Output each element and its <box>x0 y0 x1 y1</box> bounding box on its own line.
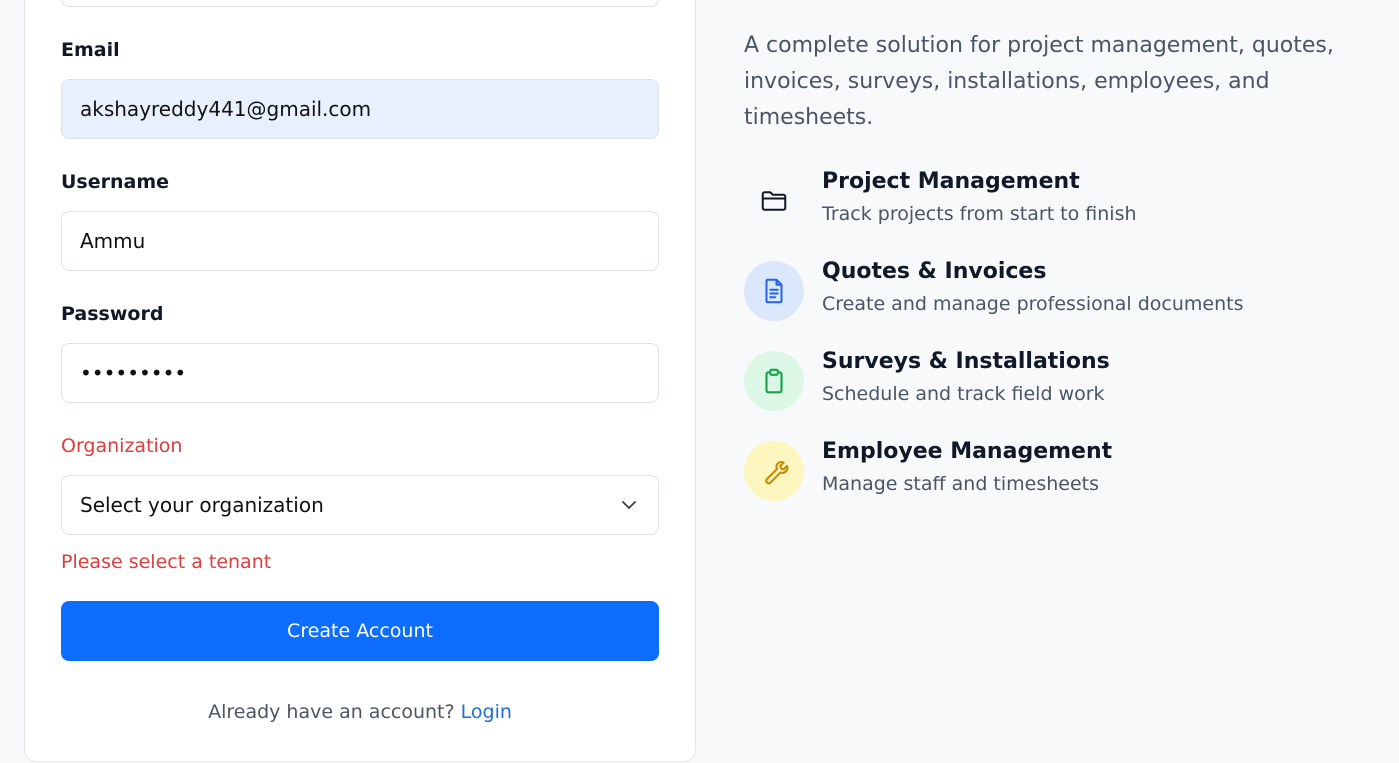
organization-select[interactable]: Select your organization <box>61 475 659 535</box>
previous-input-field[interactable] <box>61 0 659 7</box>
intro-text: A complete solution for project manageme… <box>744 33 1334 130</box>
folder-icon <box>761 191 787 211</box>
feature-description: Schedule and track field work <box>822 383 1105 405</box>
feature-quotes-invoices: Quotes & Invoices Create and manage prof… <box>744 259 1364 325</box>
feature-icon-bg <box>744 171 804 231</box>
username-label: Username <box>61 171 170 193</box>
email-field[interactable]: akshayreddy441@gmail.com <box>61 79 659 139</box>
feature-title: Employee Management <box>822 439 1113 464</box>
email-label: Email <box>61 39 120 61</box>
feature-project-management: Project Management Track projects from s… <box>744 169 1364 235</box>
feature-description: Track projects from start to finish <box>822 203 1137 225</box>
feature-description: Manage staff and timesheets <box>822 473 1100 495</box>
wrench-icon <box>765 461 789 485</box>
login-prompt: Already have an account? Login <box>0 701 720 723</box>
organization-selected-value: Select your organization <box>80 493 324 517</box>
document-icon <box>765 278 783 304</box>
email-value: akshayreddy441@gmail.com <box>80 97 372 121</box>
login-prompt-text: Already have an account? <box>208 701 455 723</box>
feature-surveys-installations: Surveys & Installations Schedule and tra… <box>744 349 1364 415</box>
create-account-button[interactable]: Create Account <box>61 601 659 661</box>
organization-error: Please select a tenant <box>61 551 272 573</box>
feature-title: Surveys & Installations <box>822 349 1110 374</box>
login-link[interactable]: Login <box>461 701 512 723</box>
organization-label: Organization <box>61 435 183 457</box>
chevron-down-icon <box>622 501 636 509</box>
username-value: Ammu <box>80 229 146 253</box>
feature-description: Create and manage professional documents <box>822 293 1244 315</box>
feature-icon-bg <box>744 351 804 411</box>
feature-icon-bg <box>744 261 804 321</box>
feature-employee-management: Employee Management Manage staff and tim… <box>744 439 1364 505</box>
username-field[interactable]: Ammu <box>61 211 659 271</box>
clipboard-icon <box>765 368 783 394</box>
feature-title: Project Management <box>822 169 1080 194</box>
feature-title: Quotes & Invoices <box>822 259 1047 284</box>
password-field[interactable]: ••••••••• <box>61 343 659 403</box>
feature-icon-bg <box>744 441 804 501</box>
password-value: ••••••••• <box>80 361 187 385</box>
password-label: Password <box>61 303 164 325</box>
